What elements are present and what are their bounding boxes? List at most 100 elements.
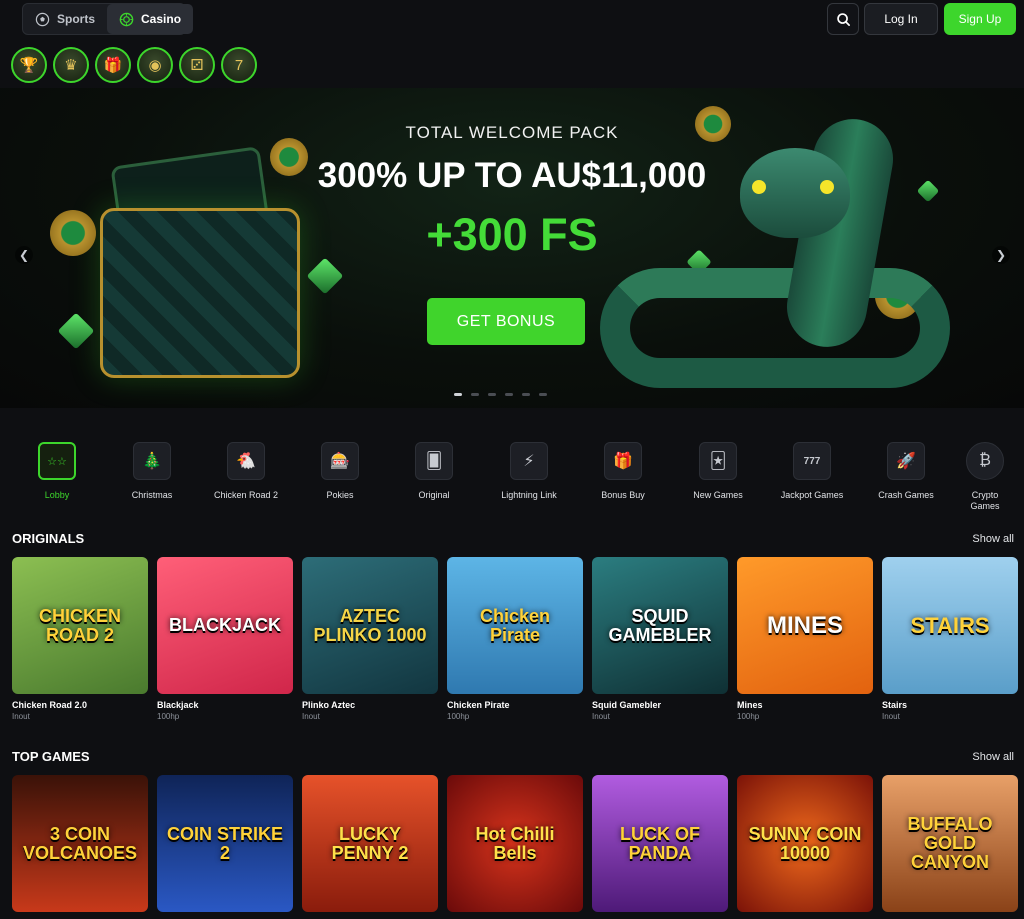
category-new-games[interactable]: 🃏 New Games <box>678 442 758 501</box>
stars-icon: ☆☆ <box>38 442 76 480</box>
game-thumbnail[interactable]: LUCKY PENNY 2 <box>302 775 438 912</box>
game-thumb-text: BUFFALO GOLD CANYON <box>907 814 993 872</box>
category-lightning-link[interactable]: ⚡ Lightning Link <box>489 442 569 501</box>
gift-icon[interactable]: 🎁 <box>95 47 131 83</box>
hero-dot[interactable] <box>454 393 462 396</box>
game-thumbnail[interactable]: Hot Chilli Bells <box>447 775 583 912</box>
hero-prev-button[interactable]: ❮ <box>15 246 33 264</box>
christmas-tree-icon: 🎄 <box>133 442 171 480</box>
game-thumbnail[interactable]: MINES <box>737 557 873 694</box>
game-thumbnail[interactable]: BLACKJACK <box>157 557 293 694</box>
category-original[interactable]: 🂠 Original <box>394 442 474 501</box>
game-thumb-text: Hot Chilli Bells <box>475 823 555 863</box>
search-icon <box>836 12 850 26</box>
game-thumbnail[interactable]: 3 COIN VOLCANOES <box>12 775 148 912</box>
trophy-icon[interactable]: 🏆 <box>11 47 47 83</box>
game-thumbnail[interactable]: Chicken Pirate <box>447 557 583 694</box>
hero-next-button[interactable]: ❯ <box>992 246 1010 264</box>
game-card[interactable]: SQUID GAMEBLER Squid Gamebler Inout <box>592 557 728 721</box>
game-thumbnail[interactable]: BUFFALO GOLD CANYON <box>882 775 1018 912</box>
game-card[interactable]: BLACKJACK Blackjack 100hp <box>157 557 293 721</box>
tab-sports-label: Sports <box>57 12 96 26</box>
tab-sports[interactable]: Sports <box>23 4 107 34</box>
game-thumb-text: LUCK OF PANDA <box>620 823 700 863</box>
game-card[interactable]: CHICKEN ROAD 2 Chicken Road 2.0 Inout <box>12 557 148 721</box>
game-thumbnail[interactable]: STAIRS <box>882 557 1018 694</box>
game-thumbnail[interactable]: SUNNY COIN 10000 <box>737 775 873 912</box>
game-card[interactable]: MINES Mines 100hp <box>737 557 873 721</box>
category-label: Chicken Road 2 <box>213 490 279 500</box>
game-card[interactable]: COIN STRIKE 2 <box>157 775 293 912</box>
game-card[interactable]: BUFFALO GOLD CANYON <box>882 775 1018 912</box>
game-card[interactable]: AZTEC PLINKO 1000 Plinko Aztec Inout <box>302 557 438 721</box>
category-label: Bonus Buy <box>601 490 645 500</box>
game-card[interactable]: Hot Chilli Bells <box>447 775 583 912</box>
crown-icon[interactable]: ♛ <box>53 47 89 83</box>
hero-gem-art <box>57 312 95 350</box>
category-lobby[interactable]: ☆☆ Lobby <box>17 442 97 501</box>
category-pokies[interactable]: 🎰 Pokies <box>300 442 380 501</box>
game-thumb-text: SQUID GAMEBLER <box>608 605 712 645</box>
category-chicken-road-2[interactable]: 🐔 Chicken Road 2 <box>206 442 286 501</box>
hero-subtitle: TOTAL WELCOME PACK <box>405 123 619 142</box>
category-bonus-buy[interactable]: 🎁 Bonus Buy <box>583 442 663 501</box>
hero-dot[interactable] <box>522 393 530 396</box>
chevron-left-icon: ❮ <box>18 248 30 262</box>
game-card[interactable]: 3 COIN VOLCANOES <box>12 775 148 912</box>
hero-dot[interactable] <box>539 393 547 396</box>
game-card[interactable]: STAIRS Stairs Inout <box>882 557 1018 721</box>
game-title: Blackjack <box>157 700 199 710</box>
hero-dot[interactable] <box>488 393 496 396</box>
new-cards-icon: 🃏 <box>699 442 737 480</box>
originals-row: CHICKEN ROAD 2 Chicken Road 2.0 Inout BL… <box>12 557 1018 721</box>
dice-icon[interactable]: ⚂ <box>179 47 215 83</box>
game-thumb-text: COIN STRIKE 2 <box>166 823 283 863</box>
game-thumb-text: BLACKJACK <box>169 615 281 635</box>
category-label: Lightning Link <box>501 490 557 500</box>
game-thumbnail[interactable]: LUCK OF PANDA <box>592 775 728 912</box>
category-label: Crash Games <box>878 490 934 500</box>
hero-gem-art <box>306 257 344 295</box>
originals-show-all-link[interactable]: Show all <box>972 533 1014 545</box>
chip-icon[interactable]: ◉ <box>137 47 173 83</box>
triple-seven-icon: 777 <box>793 442 831 480</box>
hero-dot[interactable] <box>471 393 479 396</box>
promo-icons-row: 🏆 ♛ 🎁 ◉ ⚂ 7 <box>11 47 257 83</box>
game-thumb-text: LUCKY PENNY 2 <box>331 823 409 863</box>
game-thumbnail[interactable]: CHICKEN ROAD 2 <box>12 557 148 694</box>
signup-button[interactable]: Sign Up <box>944 3 1016 35</box>
casino-chip-icon <box>119 12 134 26</box>
category-crypto-games[interactable]: ₿ Crypto Games <box>945 442 1024 512</box>
game-thumb-text: SUNNY COIN 10000 <box>748 823 862 863</box>
top-games-show-all-link[interactable]: Show all <box>972 751 1014 763</box>
hero-title: 300% UP TO AU$11,000 <box>317 156 707 195</box>
category-jackpot-games[interactable]: 777 Jackpot Games <box>772 442 852 501</box>
seven-icon[interactable]: 7 <box>221 47 257 83</box>
top-games-title: TOP GAMES <box>12 749 90 764</box>
game-thumbnail[interactable]: AZTEC PLINKO 1000 <box>302 557 438 694</box>
hero-dot[interactable] <box>505 393 513 396</box>
category-label: New Games <box>693 490 743 500</box>
search-button[interactable] <box>827 3 859 35</box>
hero-snake-body-art <box>600 268 950 388</box>
chevron-right-icon: ❯ <box>995 248 1007 262</box>
game-card[interactable]: LUCK OF PANDA <box>592 775 728 912</box>
login-button[interactable]: Log In <box>864 3 938 35</box>
category-label: Lobby <box>44 490 70 500</box>
game-card[interactable]: LUCKY PENNY 2 <box>302 775 438 912</box>
game-card[interactable]: SUNNY COIN 10000 <box>737 775 873 912</box>
category-crash-games[interactable]: 🚀 Crash Games <box>866 442 946 501</box>
category-christmas[interactable]: 🎄 Christmas <box>112 442 192 501</box>
game-title: Squid Gamebler <box>592 700 662 710</box>
game-thumbnail[interactable]: SQUID GAMEBLER <box>592 557 728 694</box>
get-bonus-button[interactable]: GET BONUS <box>427 298 585 345</box>
game-card[interactable]: Chicken Pirate Chicken Pirate 100hp <box>447 557 583 721</box>
game-thumb-text: CHICKEN ROAD 2 <box>38 605 121 645</box>
lightning-icon: ⚡ <box>510 442 548 480</box>
bitcoin-icon: ₿ <box>966 442 1004 480</box>
tab-casino[interactable]: Casino <box>107 4 194 34</box>
game-provider: Inout <box>12 712 30 721</box>
game-provider: 100hp <box>157 712 180 721</box>
category-nav: ☆☆ Lobby 🎄 Christmas 🐔 Chicken Road 2 🎰 … <box>0 442 1024 512</box>
game-thumbnail[interactable]: COIN STRIKE 2 <box>157 775 293 912</box>
